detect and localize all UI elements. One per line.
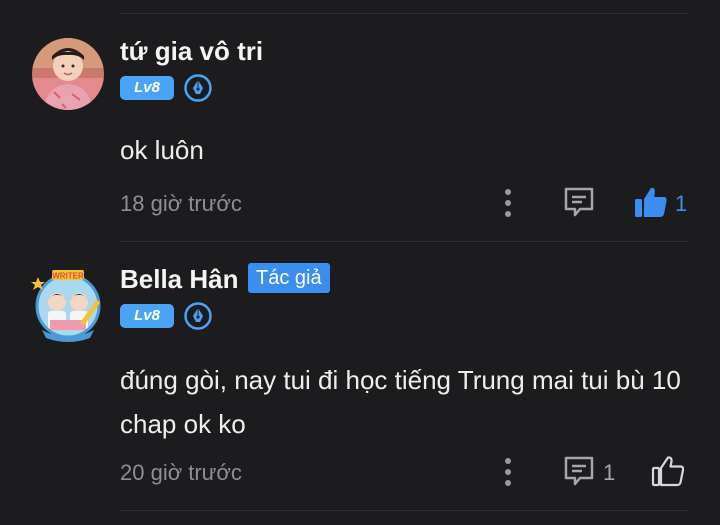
thumbs-up-icon[interactable] [651, 454, 685, 493]
reply-icon[interactable] [563, 455, 595, 492]
avatar[interactable] [32, 38, 104, 110]
comment-text: ok luôn [120, 135, 204, 165]
timestamp: 20 giờ trước [120, 460, 242, 485]
timestamp: 18 giờ trước [120, 191, 242, 216]
divider [120, 13, 688, 14]
reply-count: 1 [603, 460, 616, 485]
divider [120, 241, 688, 242]
rank-pen-icon [184, 302, 212, 330]
more-vertical-icon[interactable] [498, 187, 518, 224]
rank-pen-icon [184, 74, 212, 102]
avatar[interactable]: WRITER [28, 268, 108, 342]
level-badge: Lv8 [120, 304, 174, 328]
comment-text: đúng gòi, nay tui đi học tiếng Trung mai… [120, 365, 681, 439]
username[interactable]: tứ gia vô tri [120, 36, 263, 66]
divider [120, 510, 688, 511]
level-badge: Lv8 [120, 76, 174, 100]
thumbs-up-icon[interactable] [634, 185, 668, 224]
more-vertical-icon[interactable] [498, 456, 518, 493]
username[interactable]: Bella Hân [120, 264, 239, 294]
author-tag: Tác giả [248, 263, 330, 293]
like-count: 1 [675, 191, 688, 216]
writer-badge-text: WRITER [52, 272, 84, 281]
reply-icon[interactable] [563, 186, 595, 223]
comment-list: tứ gia vô tri Lv8 ok luôn 18 giờ trước 1… [0, 0, 720, 525]
